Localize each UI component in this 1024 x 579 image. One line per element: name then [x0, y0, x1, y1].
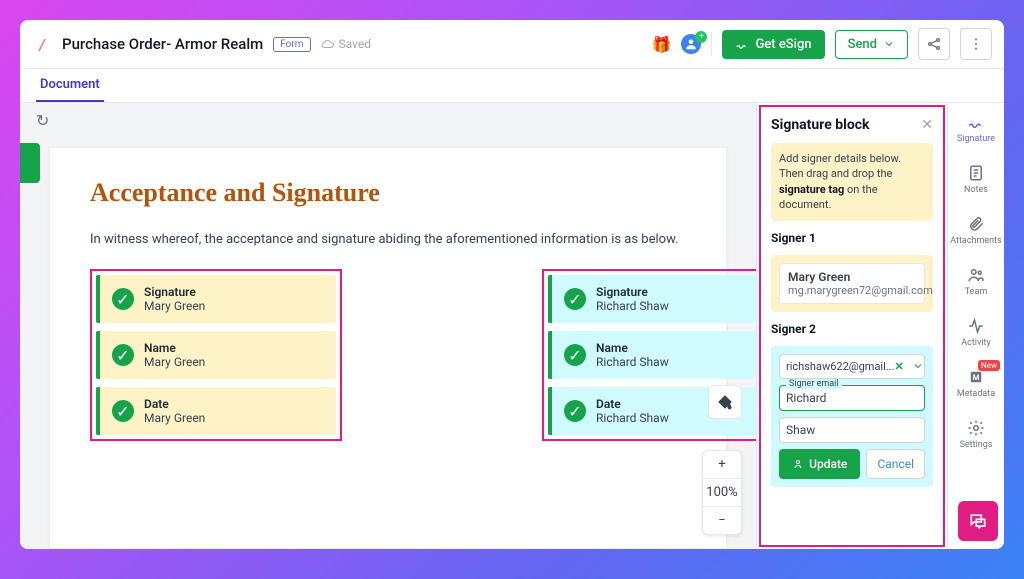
- signature-panel: Signature block ✕ Add signer details bel…: [756, 103, 948, 549]
- document-area: ↻ Acceptance and Signature In witness wh…: [20, 103, 756, 549]
- send-button[interactable]: Send: [835, 30, 908, 59]
- panel-title: Signature block: [771, 117, 870, 133]
- right-rail: Signature Notes Attachments Team Activit…: [948, 103, 1004, 549]
- get-esign-button[interactable]: Get eSign: [722, 30, 824, 59]
- page-paragraph: In witness whereof, the acceptance and s…: [90, 232, 686, 247]
- check-icon: ✓: [564, 400, 586, 422]
- topbar: / Purchase Order- Armor Realm Form Saved…: [20, 20, 1004, 69]
- check-icon: ✓: [564, 288, 586, 310]
- chevron-down-icon: [883, 38, 895, 50]
- check-icon: ✓: [564, 344, 586, 366]
- left-rail-handle[interactable]: [20, 143, 40, 183]
- app-logo-icon: /: [32, 34, 52, 54]
- tab-document[interactable]: Document: [36, 69, 104, 102]
- update-button[interactable]: Update: [779, 449, 860, 479]
- signer2-card: richshaw622@gmail... ✕ Signer email Rich…: [771, 346, 933, 487]
- zoom-level: 100%: [703, 478, 741, 506]
- check-icon: ✓: [112, 400, 134, 422]
- svg-text:M: M: [973, 373, 980, 382]
- zoom-out-button[interactable]: −: [703, 506, 741, 534]
- fill-tool-icon[interactable]: [708, 385, 742, 419]
- doc-title: Purchase Order- Armor Realm: [62, 35, 263, 53]
- rail-metadata[interactable]: New M Metadata: [948, 358, 1004, 409]
- document-page[interactable]: Acceptance and Signature In witness wher…: [50, 148, 726, 548]
- zoom-in-button[interactable]: +: [703, 451, 741, 478]
- team-icon: [967, 266, 985, 284]
- tabs: Document: [20, 69, 1004, 103]
- signature-field[interactable]: ✓NameRichard Shaw: [548, 331, 756, 379]
- rail-signature[interactable]: Signature: [948, 103, 1004, 154]
- signature-field[interactable]: ✓SignatureRichard Shaw: [548, 275, 756, 323]
- signature-field[interactable]: ✓NameMary Green: [96, 331, 336, 379]
- gear-icon: [967, 419, 985, 437]
- clear-icon[interactable]: ✕: [895, 360, 904, 373]
- form-badge: Form: [273, 37, 310, 52]
- more-button[interactable]: [960, 28, 992, 60]
- add-user-icon[interactable]: [681, 34, 701, 54]
- signature-fields: ✓SignatureMary Green ✓NameMary Green ✓Da…: [90, 269, 686, 441]
- rail-team[interactable]: Team: [948, 256, 1004, 307]
- app-window: / Purchase Order- Armor Realm Form Saved…: [20, 20, 1004, 549]
- rail-attachments[interactable]: Attachments: [948, 205, 1004, 256]
- signature-icon: [967, 113, 985, 131]
- close-panel-icon[interactable]: ✕: [921, 117, 933, 133]
- panel-info: Add signer details below. Then drag and …: [771, 143, 933, 221]
- first-name-input[interactable]: Signer email Richard: [779, 385, 925, 411]
- gift-icon[interactable]: 🎁: [652, 35, 672, 54]
- rail-notes[interactable]: Notes: [948, 154, 1004, 205]
- cloud-icon: [321, 39, 335, 49]
- rail-activity[interactable]: Activity: [948, 307, 1004, 358]
- cancel-button[interactable]: Cancel: [866, 449, 925, 479]
- chat-fab[interactable]: [958, 501, 998, 541]
- chevron-down-icon: [912, 360, 924, 372]
- share-button[interactable]: [918, 28, 950, 60]
- page-heading: Acceptance and Signature: [90, 178, 686, 208]
- signer2-label: Signer 2: [771, 322, 933, 336]
- refresh-icon[interactable]: ↻: [36, 111, 49, 130]
- chat-icon: [968, 511, 988, 531]
- zoom-control: + 100% −: [702, 450, 742, 535]
- new-badge: New: [978, 360, 1000, 371]
- signature-field[interactable]: ✓SignatureMary Green: [96, 275, 336, 323]
- saved-status: Saved: [321, 37, 371, 51]
- check-icon: ✓: [112, 344, 134, 366]
- paperclip-icon: [967, 215, 985, 233]
- signer1-card[interactable]: Mary Green mg.marygreen72@gmail.com: [771, 255, 933, 312]
- activity-icon: [967, 317, 985, 335]
- rail-settings[interactable]: Settings: [948, 409, 1004, 460]
- signer1-column: ✓SignatureMary Green ✓NameMary Green ✓Da…: [90, 269, 342, 441]
- notes-icon: [967, 164, 985, 182]
- main: ↻ Acceptance and Signature In witness wh…: [20, 103, 1004, 549]
- signer-email-select[interactable]: richshaw622@gmail... ✕: [779, 354, 925, 379]
- signature-field[interactable]: ✓DateMary Green: [96, 387, 336, 435]
- signer1-label: Signer 1: [771, 231, 933, 245]
- last-name-input[interactable]: Shaw: [779, 417, 925, 443]
- check-icon: ✓: [112, 288, 134, 310]
